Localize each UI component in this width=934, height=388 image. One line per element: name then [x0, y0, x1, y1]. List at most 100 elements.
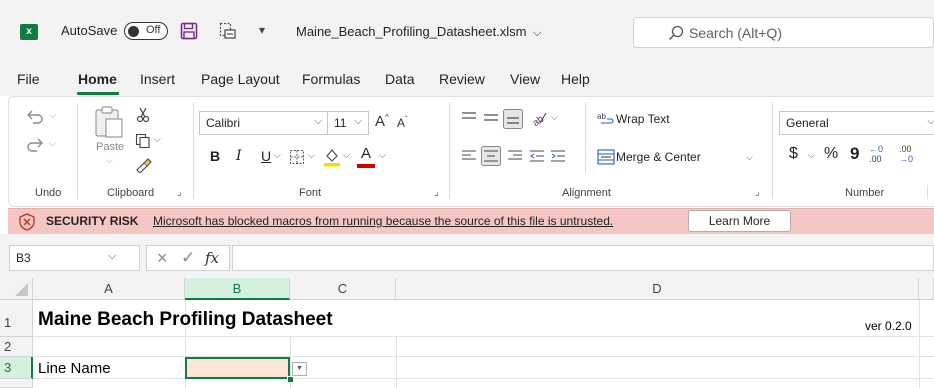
currency-button[interactable]: $: [789, 145, 798, 163]
underline-dropdown-icon[interactable]: ⌵: [274, 150, 281, 161]
row-header-3[interactable]: 3: [0, 357, 33, 379]
undo-dropdown-icon[interactable]: ⌵: [49, 110, 56, 121]
borders-dropdown-icon[interactable]: ⌵: [308, 150, 315, 161]
cancel-icon[interactable]: ×: [157, 248, 168, 269]
cell-a1-title[interactable]: Maine Beach Profiling Datasheet: [38, 309, 333, 331]
save-icon[interactable]: [180, 22, 198, 40]
tab-review[interactable]: Review: [439, 71, 485, 87]
insert-function-button[interactable]: fx: [205, 249, 219, 267]
tab-formulas[interactable]: Formulas: [302, 71, 360, 87]
redo-dropdown-icon[interactable]: ⌵: [49, 138, 56, 149]
bold-button[interactable]: B: [210, 148, 220, 164]
copy-dropdown-icon[interactable]: ⌵: [154, 134, 161, 145]
tab-page-layout[interactable]: Page Layout: [201, 71, 280, 87]
fill-color-dropdown-icon[interactable]: ⌵: [343, 150, 350, 161]
cut-icon[interactable]: [136, 107, 150, 123]
selected-cell-b3[interactable]: [185, 357, 290, 379]
formula-input[interactable]: [232, 245, 934, 271]
name-box[interactable]: B3 ⌵: [9, 245, 140, 271]
check-icon[interactable]: ✓: [181, 248, 195, 268]
column-header-c[interactable]: C: [290, 278, 396, 300]
align-center-icon[interactable]: [481, 146, 501, 166]
gridline: [919, 300, 920, 388]
cell-a3-label[interactable]: Line Name: [38, 360, 111, 377]
ribbon-divider: [449, 103, 450, 199]
security-warning-bar: SECURITY RISK Microsoft has blocked macr…: [8, 208, 934, 234]
row-header-4[interactable]: [0, 379, 33, 388]
comma-style-button[interactable]: 9: [850, 144, 859, 164]
font-color-dropdown-icon[interactable]: ⌵: [379, 150, 386, 161]
font-name-select[interactable]: Calibri ⌵: [199, 111, 329, 135]
row-header-1[interactable]: 1: [0, 300, 33, 337]
number-format-select[interactable]: General ⌵: [779, 111, 934, 135]
chevron-down-icon: ⌵: [354, 116, 362, 127]
font-color-swatch: [357, 164, 375, 168]
align-bottom-icon[interactable]: [503, 109, 523, 129]
align-right-icon[interactable]: [507, 149, 523, 163]
data-validation-dropdown-icon[interactable]: ▼: [292, 362, 307, 376]
font-name-value: Calibri: [206, 116, 241, 130]
orientation-dropdown-icon[interactable]: ⌵: [551, 112, 558, 123]
currency-dropdown-icon[interactable]: ⌵: [808, 150, 815, 161]
fill-color-icon[interactable]: [323, 147, 341, 167]
font-size-select[interactable]: 11 ⌵: [327, 111, 369, 135]
cell-d1-version[interactable]: ver 0.2.0: [865, 319, 912, 333]
merge-dropdown-icon[interactable]: ⌵: [746, 152, 753, 163]
gridline: [33, 356, 934, 357]
italic-button[interactable]: I: [236, 148, 242, 164]
excel-icon: x: [20, 24, 38, 40]
increase-indent-icon[interactable]: [550, 149, 566, 163]
align-left-icon[interactable]: [461, 149, 477, 163]
copy-icon[interactable]: [135, 133, 151, 149]
row-header-2[interactable]: 2: [0, 337, 33, 357]
align-middle-icon[interactable]: [483, 111, 499, 125]
undo-icon[interactable]: [25, 109, 45, 125]
decrease-decimal-button[interactable]: .00 →0: [899, 144, 929, 164]
tab-data[interactable]: Data: [385, 71, 415, 87]
decrease-font-size-icon[interactable]: Aˇ: [397, 115, 408, 130]
format-painter-icon[interactable]: [134, 157, 152, 173]
paste-label[interactable]: Paste: [96, 141, 124, 153]
paste-icon[interactable]: [93, 105, 125, 139]
redo-icon[interactable]: [25, 137, 45, 153]
ribbon-divider: [927, 185, 928, 199]
gridline: [33, 336, 934, 337]
increase-font-size-icon[interactable]: A^: [375, 113, 389, 130]
tab-file[interactable]: File: [17, 71, 40, 87]
wrap-text-icon[interactable]: ab: [597, 111, 615, 127]
tab-view[interactable]: View: [510, 71, 540, 87]
column-header-a[interactable]: A: [33, 278, 185, 300]
learn-more-button[interactable]: Learn More: [688, 210, 791, 232]
merge-center-icon[interactable]: [597, 149, 615, 165]
autosave-toggle[interactable]: Off: [124, 22, 168, 40]
font-color-button[interactable]: A: [361, 145, 371, 162]
decrease-indent-icon[interactable]: [529, 149, 545, 163]
underline-button[interactable]: U: [261, 148, 271, 164]
tab-home[interactable]: Home: [78, 71, 117, 87]
document-title[interactable]: Maine_Beach_Profiling_Datasheet.xlsm ⌵: [296, 24, 541, 40]
fill-handle[interactable]: [287, 376, 294, 383]
column-header-e[interactable]: [919, 278, 934, 300]
qat-dropdown-icon[interactable]: ▾: [259, 23, 265, 37]
merge-center-button[interactable]: Merge & Center: [616, 150, 701, 164]
security-message-link[interactable]: Microsoft has blocked macros from runnin…: [153, 214, 613, 228]
search-input[interactable]: Search (Alt+Q): [633, 17, 934, 48]
select-all-corner[interactable]: [0, 278, 33, 300]
ribbon-divider: [772, 103, 773, 199]
borders-icon[interactable]: [289, 149, 305, 165]
tab-help[interactable]: Help: [561, 71, 590, 87]
increase-decimal-button[interactable]: ←0 .00: [869, 144, 891, 164]
column-header-b[interactable]: B: [185, 278, 290, 300]
percent-button[interactable]: %: [824, 145, 838, 163]
align-top-icon[interactable]: [461, 111, 477, 125]
wrap-text-button[interactable]: Wrap Text: [616, 112, 670, 126]
customize-qat-icon[interactable]: [219, 22, 237, 40]
clipboard-dialog-launcher-icon[interactable]: ⌟: [177, 187, 182, 198]
tab-insert[interactable]: Insert: [140, 71, 175, 87]
column-header-d[interactable]: D: [396, 278, 919, 300]
paste-dropdown-icon[interactable]: ⌵: [106, 155, 113, 166]
alignment-dialog-launcher-icon[interactable]: ⌟: [755, 187, 760, 198]
orientation-icon[interactable]: ab: [530, 109, 548, 127]
decrease-decimal-top: .00: [899, 144, 912, 154]
font-dialog-launcher-icon[interactable]: ⌟: [434, 187, 439, 198]
